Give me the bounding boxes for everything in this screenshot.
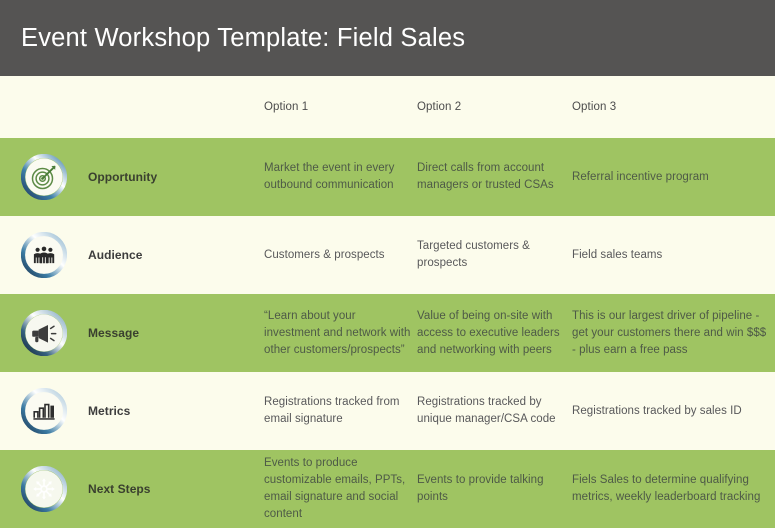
row-option-3-text: Registrations tracked by sales ID xyxy=(572,404,742,417)
row-label-cell: Opportunity xyxy=(88,138,264,216)
column-header-option-1-label: Option 1 xyxy=(264,101,309,113)
column-header-option-2: Option 2 xyxy=(417,101,572,113)
starburst-icon xyxy=(21,466,67,512)
row-option-2-cell: Value of being on-site with access to ex… xyxy=(417,294,572,372)
row-option-3-text: Referral incentive program xyxy=(572,170,709,183)
row-option-1-cell: Registrations tracked from email signatu… xyxy=(264,372,417,450)
row-option-1-text: “Learn about your investment and network… xyxy=(264,309,411,356)
column-header-option-3: Option 3 xyxy=(572,101,775,113)
target-icon xyxy=(21,154,67,200)
row-label-cell: Next Steps xyxy=(88,450,264,528)
row-label-cell: Message xyxy=(88,294,264,372)
row-option-2-cell: Direct calls from account managers or tr… xyxy=(417,138,572,216)
column-header-option-1: Option 1 xyxy=(264,101,417,113)
table-row: Metrics Registrations tracked from email… xyxy=(0,372,775,450)
table-row: Message “Learn about your investment and… xyxy=(0,294,775,372)
row-option-3-text: Field sales teams xyxy=(572,248,663,261)
row-option-2-text: Registrations tracked by unique manager/… xyxy=(417,396,556,425)
row-option-3-cell: Field sales teams xyxy=(572,216,775,294)
row-label: Opportunity xyxy=(88,170,158,184)
page-title: Event Workshop Template: Field Sales xyxy=(21,23,466,52)
row-option-2-cell: Registrations tracked by unique manager/… xyxy=(417,372,572,450)
row-icon-cell xyxy=(0,216,88,294)
row-option-2-text: Direct calls from account managers or tr… xyxy=(417,162,554,191)
people-group-icon xyxy=(21,232,67,278)
bar-chart-icon xyxy=(21,388,67,434)
row-option-3-cell: Referral incentive program xyxy=(572,138,775,216)
table-header-row: Option 1 Option 2 Option 3 xyxy=(0,76,775,138)
row-option-2-text: Value of being on-site with access to ex… xyxy=(417,309,560,356)
table-row: Next Steps Events to produce customizabl… xyxy=(0,450,775,528)
row-option-1-cell: Events to produce customizable emails, P… xyxy=(264,450,417,528)
column-header-option-3-label: Option 3 xyxy=(572,101,617,113)
row-option-1-cell: “Learn about your investment and network… xyxy=(264,294,417,372)
table-row: Audience Customers & prospects Targeted … xyxy=(0,216,775,294)
row-option-3-text: This is our largest driver of pipeline -… xyxy=(572,309,767,356)
row-option-3-cell: Fiels Sales to determine qualifying metr… xyxy=(572,450,775,528)
column-header-option-2-label: Option 2 xyxy=(417,101,462,113)
row-option-1-cell: Customers & prospects xyxy=(264,216,417,294)
table-row: Opportunity Market the event in every ou… xyxy=(0,138,775,216)
row-option-2-cell: Targeted customers & prospects xyxy=(417,216,572,294)
row-icon-cell xyxy=(0,138,88,216)
row-icon-cell xyxy=(0,372,88,450)
row-option-2-cell: Events to provide talking points xyxy=(417,450,572,528)
title-bar: Event Workshop Template: Field Sales xyxy=(0,0,775,76)
row-option-3-cell: This is our largest driver of pipeline -… xyxy=(572,294,775,372)
row-option-1-cell: Market the event in every outbound commu… xyxy=(264,138,417,216)
slide-canvas: Event Workshop Template: Field Sales Opt… xyxy=(0,0,775,528)
row-label: Next Steps xyxy=(88,482,151,496)
row-label-cell: Audience xyxy=(88,216,264,294)
row-icon-cell xyxy=(0,450,88,528)
row-icon-cell xyxy=(0,294,88,372)
row-option-1-text: Customers & prospects xyxy=(264,248,385,261)
row-label: Message xyxy=(88,326,140,340)
row-label-cell: Metrics xyxy=(88,372,264,450)
row-option-2-text: Events to provide talking points xyxy=(417,474,544,503)
row-label: Metrics xyxy=(88,404,131,418)
row-option-2-text: Targeted customers & prospects xyxy=(417,240,530,269)
row-option-1-text: Registrations tracked from email signatu… xyxy=(264,396,400,425)
comparison-table: Option 1 Option 2 Option 3 Opportunity M… xyxy=(0,76,775,528)
row-option-1-text: Market the event in every outbound commu… xyxy=(264,162,395,191)
row-option-1-text: Events to produce customizable emails, P… xyxy=(264,457,406,520)
megaphone-icon xyxy=(21,310,67,356)
row-option-3-text: Fiels Sales to determine qualifying metr… xyxy=(572,474,761,503)
row-label: Audience xyxy=(88,248,143,262)
row-option-3-cell: Registrations tracked by sales ID xyxy=(572,372,775,450)
